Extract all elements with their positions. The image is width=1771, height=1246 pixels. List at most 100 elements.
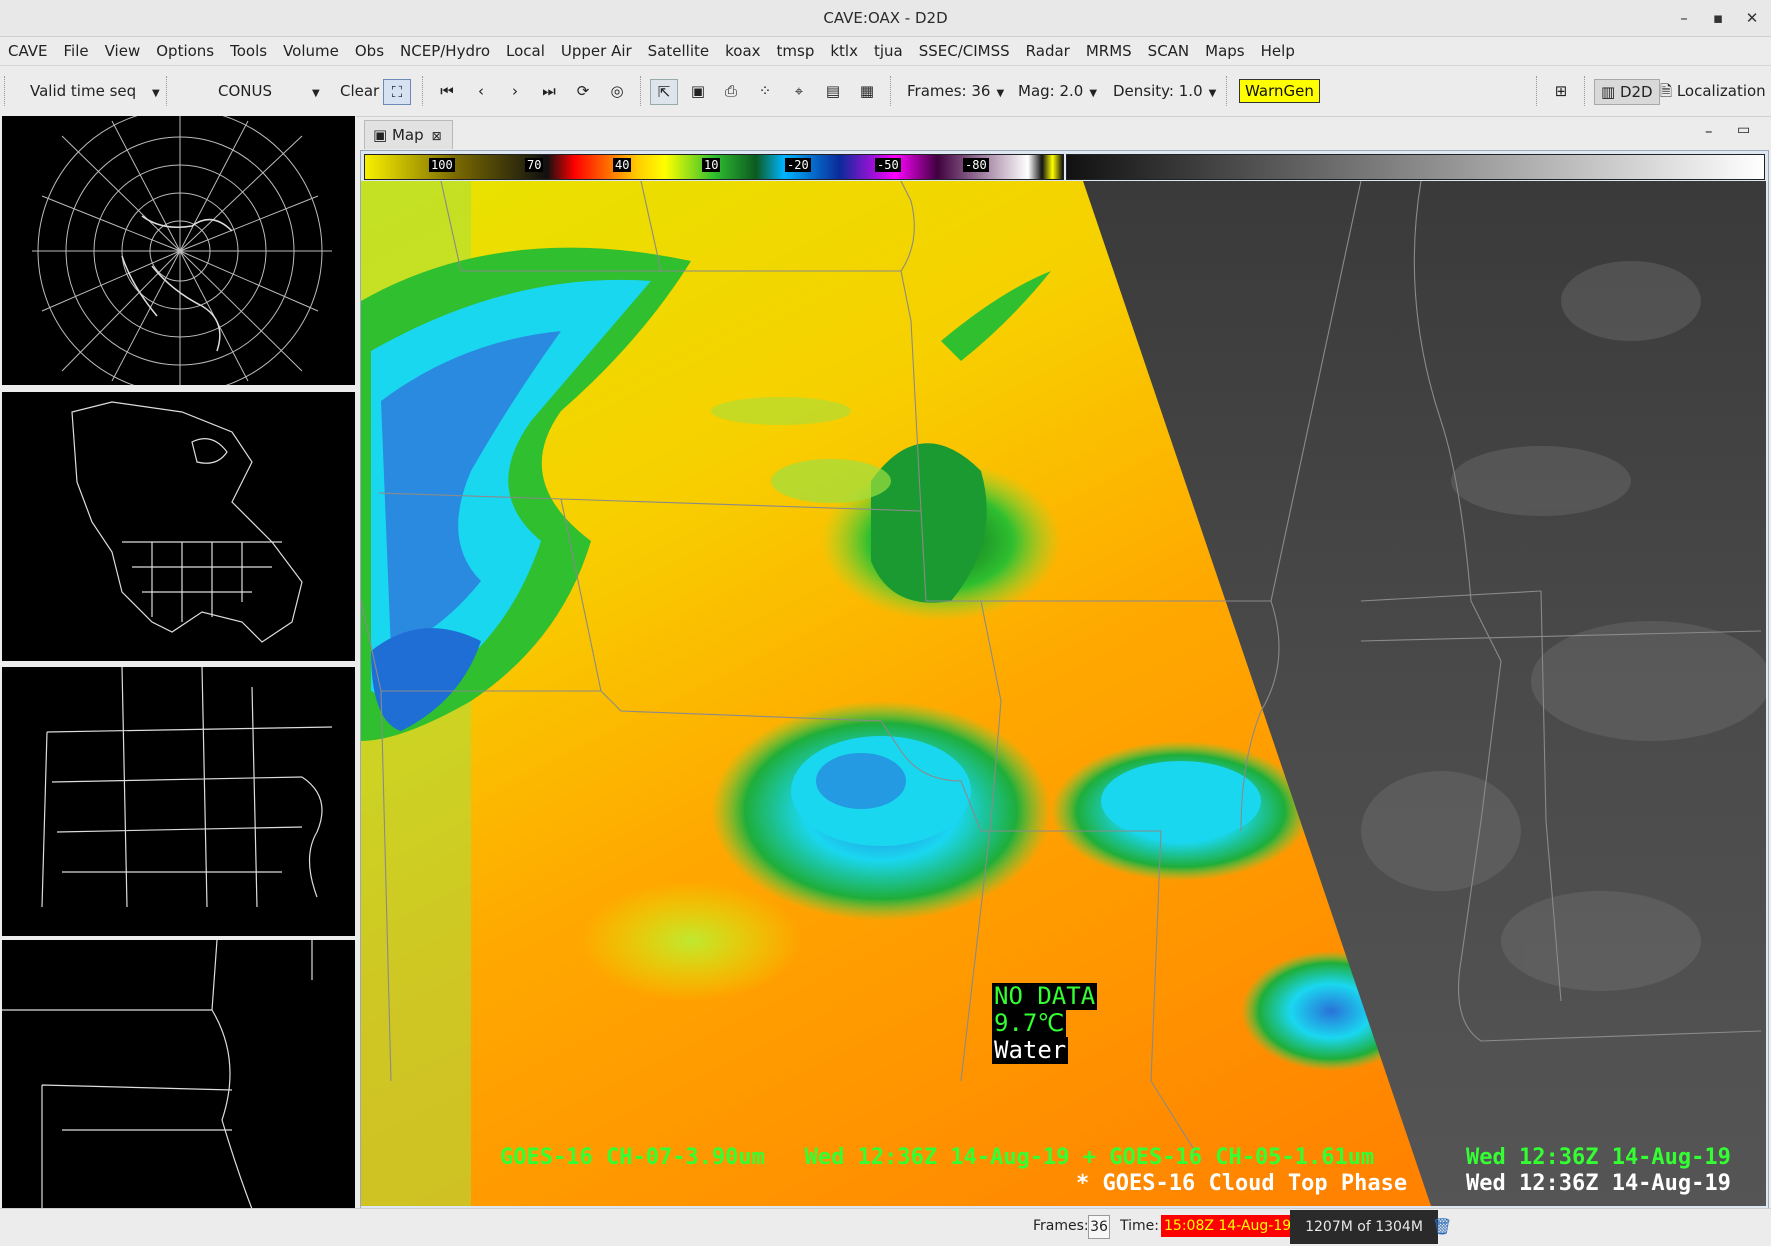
localization-icon: 🗎 xyxy=(1660,82,1677,100)
chevron-down-icon: ▼ xyxy=(1208,88,1217,99)
window-title: CAVE:OAX - D2D xyxy=(823,9,948,27)
density-dropdown[interactable]: Density: 1.0 ▼ xyxy=(1113,66,1216,116)
menu-local[interactable]: Local xyxy=(498,37,553,65)
window-titlebar: CAVE:OAX - D2D – ▪ ✕ xyxy=(0,0,1771,37)
menu-ssec-cimss[interactable]: SSEC/CIMSS xyxy=(911,37,1018,65)
menu-scan[interactable]: SCAN xyxy=(1140,37,1197,65)
clear-button[interactable]: Clear xyxy=(340,66,379,116)
loop-properties-icon[interactable]: ◎ xyxy=(604,79,630,103)
sample-readout-phase: Water xyxy=(992,1036,1069,1064)
legend-ir-product[interactable]: GOES-16 CH-07-3.90um Wed 12:36Z 14-Aug-1… xyxy=(500,1145,1374,1171)
menu-volume[interactable]: Volume xyxy=(275,37,347,65)
menu-tjua[interactable]: tjua xyxy=(866,37,911,65)
colorbar-label-70: 70 xyxy=(525,158,544,172)
image-properties-icon[interactable]: ▣ xyxy=(685,79,711,103)
menu-radar[interactable]: Radar xyxy=(1018,37,1078,65)
toolbar-separator xyxy=(4,76,5,106)
sample-readout-status: NO DATA xyxy=(992,982,1098,1010)
toolbar-separator xyxy=(640,76,641,106)
density-label: Density: 1.0 xyxy=(1113,82,1203,100)
menu-bar: CAVE File View Options Tools Volume Obs NCEP/Hy… xyxy=(0,37,1771,65)
sample-icon[interactable]: ⁘ xyxy=(752,79,778,103)
thumbnail-polar-map[interactable] xyxy=(2,116,355,385)
frames-dropdown[interactable]: Frames: 36 ▼ xyxy=(907,66,1004,116)
chevron-down-icon: ▼ xyxy=(1089,88,1098,99)
menu-view[interactable]: View xyxy=(97,37,149,65)
toolbar-separator xyxy=(1536,76,1537,106)
perspective-localization-button[interactable]: 🗎 Localization xyxy=(1660,66,1766,116)
loop-icon[interactable]: ⟳ xyxy=(570,79,596,103)
thumbnail-nebraska-map[interactable] xyxy=(2,940,355,1209)
warngen-button[interactable]: WarnGen xyxy=(1239,79,1320,103)
menu-obs[interactable]: Obs xyxy=(347,37,392,65)
maximize-button[interactable]: ▪ xyxy=(1706,6,1730,30)
sample-tool-icon[interactable]: ⌖ xyxy=(786,79,812,103)
colorbar-label-10: 10 xyxy=(702,158,721,172)
menu-mrms[interactable]: MRMS xyxy=(1078,37,1140,65)
nebraska-drawing xyxy=(2,940,313,1209)
last-frame-icon[interactable]: ⏭ xyxy=(536,79,562,103)
menu-maps[interactable]: Maps xyxy=(1197,37,1252,65)
close-tab-icon[interactable]: ⊠ xyxy=(432,129,442,143)
toolbar-separator xyxy=(890,76,891,106)
first-frame-icon[interactable]: ⏮ xyxy=(434,79,460,103)
status-bar: Frames: 36 Time: 15:08Z 14-Aug-19 1207M … xyxy=(0,1208,1771,1246)
four-panel-icon[interactable]: ▦ xyxy=(854,79,880,103)
sample-readout-temperature: 9.7℃ xyxy=(992,1009,1067,1037)
mag-dropdown[interactable]: Mag: 2.0 ▼ xyxy=(1018,66,1097,116)
menu-tmsp[interactable]: tmsp xyxy=(769,37,823,65)
minimize-view-icon[interactable]: – xyxy=(1705,122,1713,140)
maximize-view-icon[interactable]: ▭ xyxy=(1737,122,1750,138)
legend-cloud-top-phase[interactable]: * GOES-16 Cloud Top Phase xyxy=(1076,1171,1407,1197)
status-time-label: Time: xyxy=(1120,1218,1159,1234)
tab-map[interactable]: ▣ Map ⊠ xyxy=(364,120,453,149)
thumbnail-midwest-map[interactable] xyxy=(2,667,355,936)
minimize-button[interactable]: – xyxy=(1672,6,1696,30)
scale-label: CONUS xyxy=(218,82,273,100)
time-mode-label: Valid time seq xyxy=(30,82,137,100)
chevron-down-icon[interactable]: ▼ xyxy=(146,66,160,116)
legend-ir-time: Wed 12:36Z 14-Aug-19 xyxy=(1466,1145,1731,1170)
time-mode-dropdown[interactable]: Valid time seq xyxy=(30,66,136,116)
scale-dropdown[interactable]: CONUS xyxy=(218,66,272,116)
perspective-d2d-button[interactable]: ▥ D2D xyxy=(1594,79,1660,105)
side-panel xyxy=(0,116,356,1209)
perspective-localization-label: Localization xyxy=(1676,82,1766,100)
toolbar-separator xyxy=(1584,76,1585,106)
full-extent-icon[interactable]: ⛶ xyxy=(383,79,411,105)
menu-upper-air[interactable]: Upper Air xyxy=(553,37,640,65)
perspective-d2d-label: D2D xyxy=(1619,83,1653,101)
pan-icon[interactable]: ⇱ xyxy=(650,79,678,105)
status-time-value: 15:08Z 14-Aug-19 xyxy=(1161,1215,1295,1237)
next-frame-icon[interactable]: › xyxy=(502,79,528,103)
memory-indicator: 1207M of 1304M xyxy=(1290,1210,1438,1244)
menu-file[interactable]: File xyxy=(56,37,97,65)
previous-frame-icon[interactable]: ‹ xyxy=(468,79,494,103)
colorbar-label-minus50: -50 xyxy=(875,158,901,172)
menu-satellite[interactable]: Satellite xyxy=(640,37,717,65)
menu-ktlx[interactable]: ktlx xyxy=(822,37,866,65)
midwest-drawing xyxy=(41,667,333,908)
legend-phase-time: Wed 12:36Z 14-Aug-19 xyxy=(1466,1171,1731,1196)
menu-cave[interactable]: CAVE xyxy=(0,37,56,65)
print-icon[interactable]: ⎙ xyxy=(718,79,744,103)
thumbnail-north-america-map[interactable] xyxy=(2,392,355,661)
toolbar-separator xyxy=(166,76,167,106)
open-perspective-icon[interactable]: ⊞ xyxy=(1548,79,1574,103)
map-tab-icon: ▣ xyxy=(373,126,392,144)
menu-help[interactable]: Help xyxy=(1253,37,1303,65)
menu-koax[interactable]: koax xyxy=(717,37,768,65)
menu-ncep-hydro[interactable]: NCEP/Hydro xyxy=(392,37,498,65)
close-button[interactable]: ✕ xyxy=(1740,6,1764,30)
menu-tools[interactable]: Tools xyxy=(222,37,275,65)
colorbar-label-40: 40 xyxy=(613,158,632,172)
toolbar: Valid time seq ▼ CONUS ▼ Clear ⛶ ⏮ ‹ › ⏭… xyxy=(0,65,1771,117)
map-tab-strip: ▣ Map ⊠ – ▭ xyxy=(361,118,1767,150)
chevron-down-icon[interactable]: ▼ xyxy=(306,66,320,116)
trash-icon[interactable]: 🗑 xyxy=(1432,1217,1452,1236)
toolbar-separator xyxy=(422,76,423,106)
colorbar-label-100: 100 xyxy=(429,158,455,172)
ir-colorbar: 100 70 40 10 -20 -50 -80 xyxy=(364,154,1064,180)
menu-options[interactable]: Options xyxy=(148,37,222,65)
single-panel-icon[interactable]: ▤ xyxy=(820,79,846,103)
